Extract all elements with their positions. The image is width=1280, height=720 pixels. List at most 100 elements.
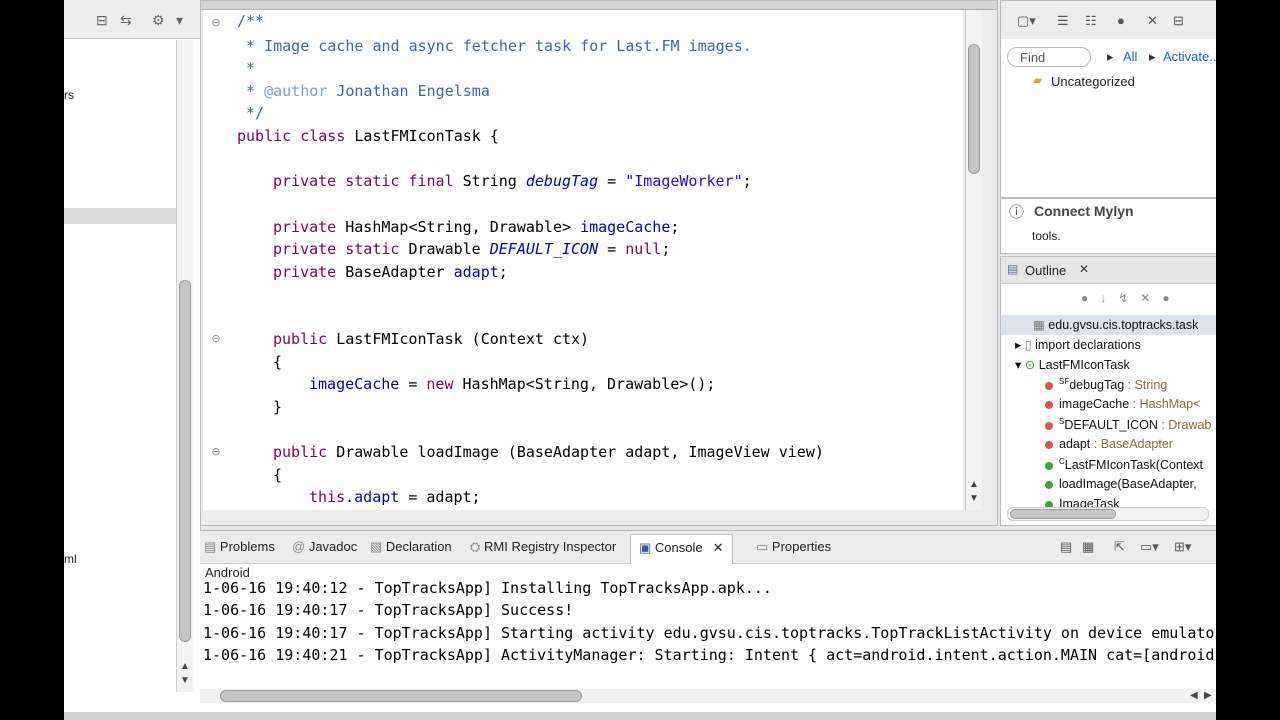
- folding-ruler: ⊖ ⊖ ⊖: [203, 10, 231, 510]
- code-line: }: [273, 398, 283, 416]
- task-list-toolbar: ▢▾ ☰ ☷ ● ✕ ⊟: [1001, 1, 1216, 39]
- outline-package-item[interactable]: ▦ edu.gvsu.cis.toptracks.task: [1033, 317, 1198, 332]
- package-icon: ▦: [1033, 318, 1049, 332]
- display-console-icon[interactable]: ▭▾: [1140, 539, 1159, 555]
- category-item[interactable]: Uncategorized: [1051, 74, 1135, 89]
- scrollbar-thumb[interactable]: [179, 280, 191, 642]
- code-line: * Image cache and async fetcher task for…: [237, 37, 752, 55]
- member-name: imageCache: [1059, 397, 1130, 411]
- collapse-all-icon[interactable]: ⊟: [1173, 13, 1184, 29]
- close-icon[interactable]: ✕: [1079, 262, 1089, 276]
- package-explorer-scrollbar[interactable]: ▲ ▼: [176, 40, 193, 692]
- expand-icon[interactable]: ▸: [1015, 338, 1025, 352]
- find-input[interactable]: Find: [1007, 47, 1091, 67]
- properties-icon: ▭: [756, 539, 772, 554]
- scheduled-icon[interactable]: ☷: [1085, 13, 1097, 29]
- triangle-right-icon: ▸: [1149, 49, 1156, 64]
- fold-toggle-icon[interactable]: ⊖: [211, 18, 221, 29]
- console-horizontal-scrollbar[interactable]: ◀ ▶: [200, 689, 1216, 703]
- scrollbar-thumb[interactable]: [968, 44, 980, 174]
- modifier-badge: SF: [1059, 377, 1070, 386]
- all-filter-link[interactable]: All: [1123, 49, 1137, 64]
- task-list-view: ▢▾ ☰ ☷ ● ✕ ⊟ Find ▸ All ▸ Activate... ▰ …: [1000, 0, 1216, 198]
- editor-vertical-scrollbar[interactable]: ▲ ▼: [965, 10, 982, 510]
- outline-member-item[interactable]: SFdebugTag : String: [1045, 377, 1167, 392]
- code-line: public Drawable loadImage (BaseAdapter a…: [273, 443, 824, 461]
- triangle-right-icon: ▸: [1107, 49, 1114, 64]
- problems-icon: ▤: [204, 539, 220, 554]
- view-menu-icon[interactable]: ⚙: [152, 12, 165, 29]
- outline-member-item[interactable]: loadImage(BaseAdapter,: [1045, 477, 1197, 491]
- scroll-up-arrow[interactable]: ▲: [969, 480, 979, 490]
- collapse-all-icon[interactable]: ⊟: [96, 12, 108, 29]
- outline-member-item[interactable]: adapt : BaseAdapter: [1045, 437, 1173, 451]
- member-name: LastFMIconTask(Context: [1064, 458, 1204, 473]
- outline-member-item[interactable]: SDEFAULT_ICON : Drawab: [1045, 417, 1211, 432]
- outline-horizontal-scrollbar[interactable]: [1007, 507, 1209, 521]
- tab-console[interactable]: ▣ Console ✕: [630, 534, 733, 564]
- tree-item-fragment[interactable]: ml: [64, 552, 77, 566]
- outline-member-item[interactable]: imageCache : HashMap<: [1045, 397, 1200, 411]
- connect-mylyn-title[interactable]: Connect Mylyn: [1034, 203, 1134, 219]
- field-icon: [1045, 440, 1053, 449]
- method-icon: [1045, 461, 1053, 470]
- bottom-tab-bar: ▤ Problems @ Javadoc ▧ Declaration ⛭ RMI…: [200, 531, 1216, 564]
- categorized-icon[interactable]: ☰: [1057, 13, 1069, 29]
- outline-imports-item[interactable]: ▸ ▯ import declarations: [1015, 337, 1141, 352]
- outline-toolbar[interactable]: ●↓↯✕●: [1081, 291, 1182, 305]
- code-line: /**: [237, 12, 265, 30]
- console-icon: ▣: [639, 540, 655, 555]
- field-icon: [1045, 400, 1053, 409]
- code-area[interactable]: ⊖ ⊖ ⊖ /** * Image cache and async fetche…: [203, 10, 963, 510]
- tab-problems[interactable]: ▤ Problems: [204, 539, 275, 555]
- scroll-down-arrow[interactable]: ▼: [969, 494, 979, 504]
- close-icon[interactable]: ✕: [713, 540, 724, 555]
- console-line: 1-06-16 19:40:17 - TopTracksApp] Startin…: [203, 624, 1216, 642]
- outline-tab-title[interactable]: Outline: [1025, 263, 1066, 278]
- collapse-icon[interactable]: ▾: [1015, 358, 1025, 372]
- code-line: public class LastFMIconTask {: [237, 127, 499, 145]
- package-explorer: ⊟ ⇆ ⚙ ▾ rs ml ▲ ▼: [64, 0, 201, 712]
- field-icon: [1045, 421, 1053, 430]
- fold-toggle-icon[interactable]: ⊖: [211, 334, 221, 345]
- scrollbar-thumb[interactable]: [1010, 509, 1116, 519]
- scroll-up-arrow[interactable]: ▲: [180, 662, 190, 672]
- scroll-left-arrow[interactable]: ◀: [1190, 691, 1198, 701]
- focus-icon[interactable]: ●: [1117, 13, 1125, 28]
- at-icon: @: [292, 539, 309, 554]
- pin-console-icon[interactable]: ⇱: [1114, 539, 1125, 555]
- class-icon: ⊙: [1024, 358, 1039, 372]
- scroll-down-arrow[interactable]: ▼: [180, 676, 190, 686]
- tab-properties[interactable]: ▭ Properties: [756, 539, 831, 555]
- new-task-icon[interactable]: ▢▾: [1017, 13, 1036, 29]
- scroll-right-arrow[interactable]: ▶: [1204, 691, 1212, 701]
- code-line: private BaseAdapter adapt;: [273, 263, 508, 281]
- code-line: imageCache = new HashMap<String, Drawabl…: [309, 375, 716, 393]
- link-editor-icon[interactable]: ⇆: [120, 12, 132, 29]
- console-line: 1-06-16 19:40:12 - TopTracksApp] Install…: [203, 579, 772, 597]
- tree-item-fragment[interactable]: rs: [64, 88, 74, 102]
- clear-console-icon[interactable]: ▤: [1060, 539, 1072, 555]
- editor-tab-strip[interactable]: [201, 1, 997, 10]
- folder-icon: ▰: [1033, 73, 1043, 87]
- scroll-lock-icon[interactable]: ▦: [1082, 539, 1094, 555]
- outline-member-item[interactable]: CLastFMIconTask(Context: [1045, 457, 1203, 472]
- tab-declaration[interactable]: ▧ Declaration: [370, 539, 452, 555]
- info-icon: ⓘ: [1009, 204, 1025, 221]
- open-console-icon[interactable]: ⊞▾: [1174, 539, 1191, 555]
- console-line: 1-06-16 19:40:17 - TopTracksApp] Success…: [203, 601, 574, 619]
- code-line: {: [273, 466, 283, 484]
- chevron-down-icon[interactable]: ▾: [176, 12, 183, 29]
- outline-class-item[interactable]: ▾ ⊙ LastFMIconTask: [1015, 357, 1130, 372]
- fold-toggle-icon[interactable]: ⊖: [211, 447, 221, 458]
- activate-link[interactable]: Activate...: [1163, 49, 1216, 64]
- outline-view: ▤ Outline ✕ ●↓↯✕● ▦ edu.gvsu.cis.toptrac…: [1000, 256, 1216, 526]
- tab-rmi-registry-inspector[interactable]: ⛭ RMI Registry Inspector: [470, 539, 616, 555]
- scrollbar-thumb[interactable]: [220, 690, 582, 702]
- tab-javadoc[interactable]: @ Javadoc: [292, 539, 357, 554]
- tree-selection-row[interactable]: [64, 208, 176, 224]
- field-icon: [1045, 381, 1053, 390]
- code-line: private HashMap<String, Drawable> imageC…: [273, 218, 680, 236]
- member-type: : Drawab: [1157, 418, 1212, 433]
- hide-completed-icon[interactable]: ✕: [1147, 13, 1158, 29]
